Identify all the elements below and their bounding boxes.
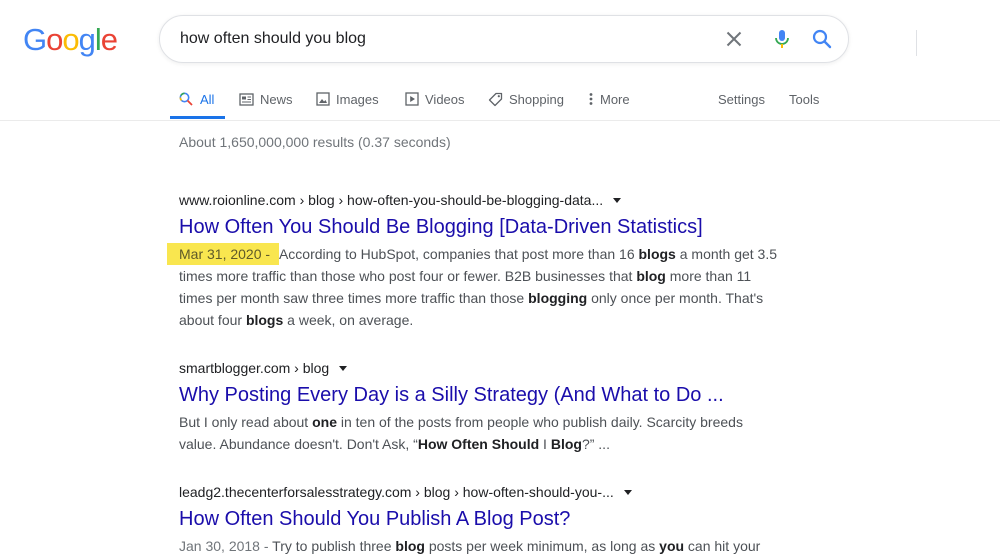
clear-icon[interactable] xyxy=(722,27,746,51)
logo-letter: e xyxy=(100,22,118,57)
snippet-bold: blog xyxy=(395,538,425,554)
snippet-bold: How Often Should xyxy=(417,436,540,452)
caret-down-icon[interactable] xyxy=(623,489,632,495)
snippet-text: ?” ... xyxy=(581,436,610,452)
google-logo[interactable]: Google xyxy=(23,22,118,58)
video-icon xyxy=(405,92,419,106)
snippet-text: Try to publish three xyxy=(272,538,396,554)
tabs-divider xyxy=(0,120,1000,121)
logo-letter: o xyxy=(62,22,79,57)
snippet-bold: Blog xyxy=(550,436,582,452)
tab-label: Settings xyxy=(718,91,765,107)
tab-label: All xyxy=(200,91,215,107)
snippet-bold: one xyxy=(312,414,337,430)
date-text: Jan 30, 2018 xyxy=(179,538,260,554)
result-title-link[interactable]: How Often Should You Publish A Blog Post… xyxy=(179,506,570,532)
date-separator: - xyxy=(261,246,274,262)
active-tab-indicator xyxy=(170,116,225,119)
snippet-bold: blogs xyxy=(245,312,284,328)
snippet-text: I xyxy=(539,436,551,452)
snippet-bold: blog xyxy=(636,268,666,284)
snippet-bold: you xyxy=(659,538,685,554)
snippet-text: can hit your xyxy=(684,538,761,554)
more-vert-icon xyxy=(589,93,593,105)
date-separator: - xyxy=(259,538,273,554)
search-result: leadg2.thecenterforsalesstrategy.com › b… xyxy=(179,482,799,557)
logo-letter: o xyxy=(46,22,63,57)
search-divider xyxy=(916,30,917,56)
date-text: Mar 31, 2020 xyxy=(179,246,262,262)
search-result: smartblogger.com › blog Why Posting Ever… xyxy=(179,358,799,455)
newspaper-icon xyxy=(239,92,254,106)
snippet-bold: blogs xyxy=(638,246,676,262)
result-date: Mar 31, 2020 - xyxy=(167,243,279,265)
result-snippet: Mar 31, 2020 - According to HubSpot, com… xyxy=(167,243,779,331)
snippet-text: a week, on average. xyxy=(283,312,414,328)
tab-all[interactable]: All xyxy=(178,78,214,120)
tab-label: More xyxy=(600,91,630,107)
tab-settings[interactable]: Settings xyxy=(718,78,765,120)
logo-letter: G xyxy=(23,22,47,57)
search-icon xyxy=(179,92,193,106)
tab-more[interactable]: More xyxy=(588,78,630,120)
result-snippet: But I only read about one in ten of the … xyxy=(179,411,779,455)
tab-images[interactable]: Images xyxy=(316,78,379,120)
search-result: www.roionline.com › blog › how-often-you… xyxy=(167,190,799,331)
tab-news[interactable]: News xyxy=(239,78,293,120)
result-url[interactable]: leadg2.thecenterforsalesstrategy.com › b… xyxy=(179,482,614,502)
result-snippet: Jan 30, 2018 - Try to publish three blog… xyxy=(179,535,779,557)
tab-label: News xyxy=(260,91,293,107)
result-title-link[interactable]: Why Posting Every Day is a Silly Strateg… xyxy=(179,382,724,408)
tab-tools[interactable]: Tools xyxy=(789,78,819,120)
tab-videos[interactable]: Videos xyxy=(405,78,465,120)
snippet-text: But I only read about xyxy=(179,414,313,430)
caret-down-icon[interactable] xyxy=(339,365,348,371)
result-url-row: www.roionline.com › blog › how-often-you… xyxy=(179,190,799,210)
search-icon[interactable] xyxy=(810,27,834,51)
result-title-link[interactable]: How Often You Should Be Blogging [Data-D… xyxy=(179,214,703,240)
tag-icon xyxy=(488,92,503,106)
tab-shopping[interactable]: Shopping xyxy=(488,78,564,120)
microphone-icon[interactable] xyxy=(770,27,794,51)
tab-label: Videos xyxy=(425,91,465,107)
snippet-text: posts per week minimum, as long as xyxy=(424,538,660,554)
tab-label: Images xyxy=(336,91,379,107)
snippet-text: According to HubSpot, companies that pos… xyxy=(278,246,639,262)
result-url-row: smartblogger.com › blog xyxy=(179,358,799,378)
image-icon xyxy=(316,92,330,106)
result-url[interactable]: smartblogger.com › blog xyxy=(179,358,329,378)
tab-label: Shopping xyxy=(509,91,564,107)
result-url-row: leadg2.thecenterforsalesstrategy.com › b… xyxy=(179,482,799,502)
tab-label: Tools xyxy=(789,91,820,107)
caret-down-icon[interactable] xyxy=(613,197,622,203)
result-date: Jan 30, 2018 - xyxy=(179,538,272,554)
search-tabs: All News Images Videos Shopping More Set… xyxy=(0,78,1000,120)
logo-letter: g xyxy=(78,22,96,57)
search-box[interactable] xyxy=(159,15,917,63)
snippet-bold: blogging xyxy=(528,290,588,306)
result-url[interactable]: www.roionline.com › blog › how-often-you… xyxy=(179,190,603,210)
result-stats: About 1,650,000,000 results (0.37 second… xyxy=(179,134,451,150)
search-input[interactable] xyxy=(180,16,700,62)
